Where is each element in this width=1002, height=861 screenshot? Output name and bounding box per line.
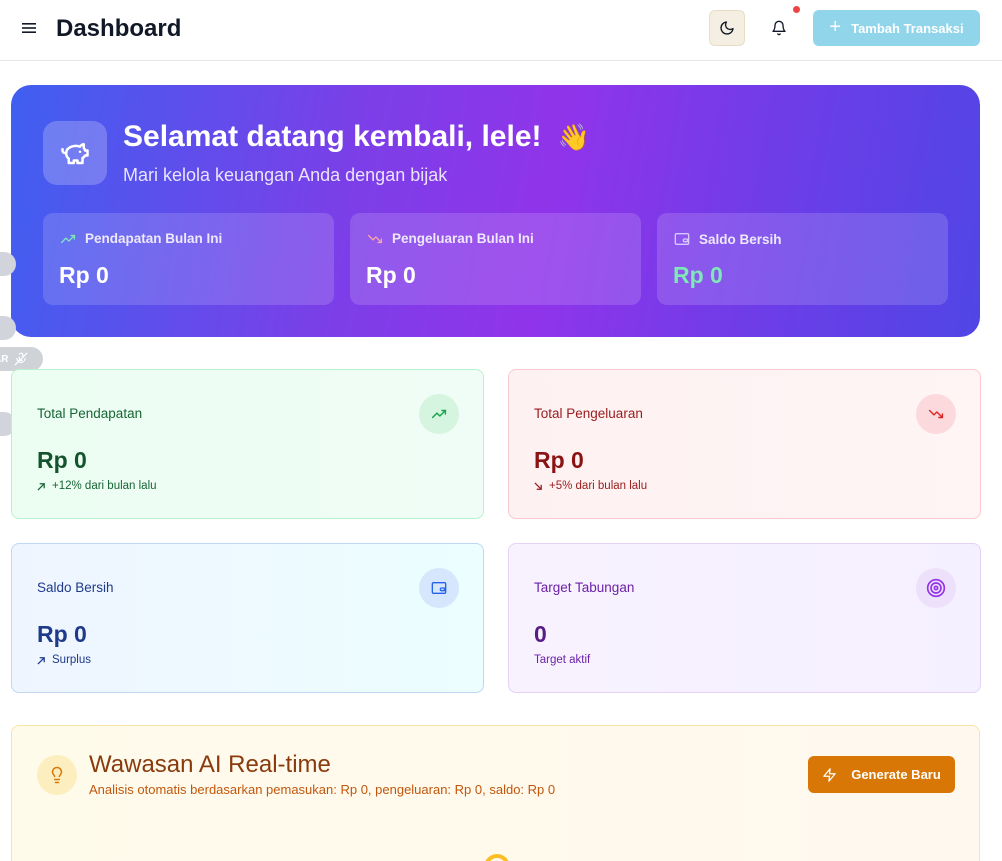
ai-insight-panel: Wawasan AI Real-time Analisis otomatis b… bbox=[11, 725, 980, 861]
card-subtext-label: Surplus bbox=[52, 654, 91, 666]
hero-stat-expense: Pengeluaran Bulan Ini Rp 0 bbox=[350, 213, 641, 305]
card-label: Target Tabungan bbox=[534, 580, 635, 595]
edge-pill-tab[interactable]: AR bbox=[0, 347, 43, 371]
arrow-down-right-icon bbox=[534, 481, 542, 490]
hero-stat-label: Saldo Bersih bbox=[699, 231, 782, 247]
card-subtext-label: +5% dari bulan lalu bbox=[549, 480, 648, 492]
hero-stat-income: Pendapatan Bulan Ini Rp 0 bbox=[43, 213, 334, 305]
card-subtext: +12% dari bulan lalu bbox=[37, 480, 157, 492]
hero-stat-value: Rp 0 bbox=[366, 262, 416, 288]
add-transaction-button[interactable]: + Tambah Transaksi bbox=[813, 10, 980, 46]
trending-up-icon bbox=[60, 234, 76, 243]
net-balance-card: Saldo Bersih Rp 0 Surplus bbox=[11, 543, 484, 693]
total-expense-card: Total Pengeluaran Rp 0 +5% dari bulan la… bbox=[508, 369, 981, 519]
top-header: Dashboard + Tambah Transaksi bbox=[0, 0, 1002, 61]
ai-insight-title: Wawasan AI Real-time bbox=[89, 751, 331, 778]
total-income-card: Total Pendapatan Rp 0 +12% dari bulan la… bbox=[11, 369, 484, 519]
theme-toggle-button[interactable] bbox=[709, 10, 745, 46]
card-value: 0 bbox=[534, 621, 547, 647]
card-label: Total Pengeluaran bbox=[534, 406, 643, 421]
piggy-bank-icon bbox=[43, 121, 107, 185]
wave-emoji: 👋 bbox=[557, 122, 591, 152]
hero-stat-value: Rp 0 bbox=[59, 262, 109, 288]
card-label: Total Pendapatan bbox=[37, 406, 143, 421]
card-label: Saldo Bersih bbox=[37, 580, 114, 595]
plus-icon: + bbox=[829, 16, 842, 38]
trending-down-icon bbox=[916, 394, 956, 434]
card-subtext: Target aktif bbox=[534, 654, 590, 666]
page-title: Dashboard bbox=[56, 15, 182, 42]
trending-down-icon bbox=[367, 234, 383, 243]
welcome-banner: Selamat datang kembali, lele! 👋 Mari kel… bbox=[11, 85, 980, 337]
card-value: Rp 0 bbox=[37, 447, 87, 473]
loading-spinner bbox=[484, 854, 510, 861]
card-value: Rp 0 bbox=[37, 621, 87, 647]
hero-stat-label: Pengeluaran Bulan Ini bbox=[392, 231, 534, 246]
card-subtext: +5% dari bulan lalu bbox=[534, 480, 647, 492]
generate-new-label: Generate Baru bbox=[851, 767, 941, 782]
generate-new-button[interactable]: Generate Baru bbox=[808, 756, 955, 793]
target-icon bbox=[916, 568, 956, 608]
wallet-icon bbox=[419, 568, 459, 608]
welcome-subtitle: Mari kelola keuangan Anda dengan bijak bbox=[123, 165, 448, 185]
trending-up-icon bbox=[419, 394, 459, 434]
arrow-up-right-icon bbox=[37, 482, 45, 491]
bell-icon bbox=[772, 20, 786, 36]
welcome-title: Selamat datang kembali, lele! 👋 bbox=[123, 118, 590, 156]
notifications-button[interactable] bbox=[761, 10, 797, 46]
hero-stat-value: Rp 0 bbox=[673, 262, 723, 288]
zap-icon bbox=[823, 767, 836, 782]
card-value: Rp 0 bbox=[534, 447, 584, 473]
ai-insight-subtitle: Analisis otomatis berdasarkan pemasukan:… bbox=[89, 782, 556, 797]
hero-stat-label: Pendapatan Bulan Ini bbox=[85, 231, 223, 246]
hero-stat-balance: Saldo Bersih Rp 0 bbox=[657, 213, 948, 305]
arrow-up-right-icon bbox=[37, 656, 45, 665]
menu-icon[interactable] bbox=[20, 19, 38, 37]
card-subtext-label: Target aktif bbox=[534, 654, 591, 666]
moon-icon bbox=[720, 21, 734, 35]
mic-off-icon bbox=[15, 352, 28, 366]
welcome-title-text: Selamat datang kembali, lele! bbox=[123, 120, 542, 153]
edge-pill-label: AR bbox=[0, 353, 9, 365]
wallet-icon bbox=[674, 233, 690, 245]
notification-badge bbox=[793, 6, 800, 13]
savings-target-card: Target Tabungan 0 Target aktif bbox=[508, 543, 981, 693]
card-subtext-label: +12% dari bulan lalu bbox=[52, 480, 157, 492]
add-transaction-label: Tambah Transaksi bbox=[851, 20, 964, 36]
card-subtext: Surplus bbox=[37, 654, 91, 666]
lightbulb-icon bbox=[37, 755, 77, 795]
